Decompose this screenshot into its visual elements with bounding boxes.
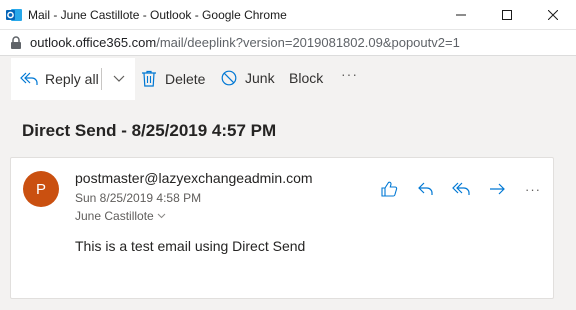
address-bar[interactable]: outlook.office365.com/mail/deeplink?vers… — [0, 30, 576, 56]
lock-icon — [10, 36, 22, 50]
toolbar-more-button[interactable]: ··· — [341, 66, 358, 82]
maximize-button[interactable] — [484, 0, 530, 30]
block-button[interactable]: Block — [289, 70, 323, 86]
message-more-button[interactable]: ··· — [515, 177, 551, 201]
recipient-line[interactable]: June Castillote — [75, 209, 166, 223]
junk-button[interactable]: Junk — [221, 70, 275, 86]
reply-all-action-button[interactable] — [443, 177, 479, 201]
chevron-down-icon — [113, 75, 125, 83]
delete-button[interactable]: Delete — [141, 70, 205, 87]
like-button[interactable] — [371, 177, 407, 201]
close-icon — [548, 10, 558, 20]
url-text[interactable]: outlook.office365.com/mail/deeplink?vers… — [30, 35, 460, 50]
message-toolbar: Reply all Delete Junk Block — [0, 56, 576, 102]
block-circle-icon — [221, 70, 237, 86]
reply-all-button[interactable]: Reply all — [11, 58, 101, 100]
avatar[interactable]: P — [23, 171, 59, 207]
reply-options-button[interactable] — [102, 58, 135, 100]
url-path: /mail/deeplink?version=2019081802.09&pop… — [156, 35, 460, 50]
message-body: This is a test email using Direct Send — [75, 238, 306, 254]
maximize-icon — [502, 10, 512, 20]
close-button[interactable] — [530, 0, 576, 30]
sender-address[interactable]: postmaster@lazyexchangeadmin.com — [75, 170, 313, 186]
minimize-icon — [456, 10, 466, 20]
reply-all-icon — [452, 182, 470, 196]
reply-all-split-button: Reply all — [11, 58, 135, 100]
url-host: outlook.office365.com — [30, 35, 157, 50]
block-label: Block — [289, 70, 324, 86]
reply-all-icon — [20, 72, 38, 86]
message-card: P postmaster@lazyexchangeadmin.com Sun 8… — [10, 157, 554, 299]
outlook-icon — [6, 7, 22, 23]
forward-button[interactable] — [479, 177, 515, 201]
junk-label: Junk — [245, 70, 275, 86]
reply-all-label: Reply all — [45, 71, 99, 87]
chevron-down-icon — [157, 213, 166, 219]
message-subject: Direct Send - 8/25/2019 4:57 PM — [22, 121, 277, 140]
recipient-name: June Castillote — [75, 209, 154, 223]
thumbs-up-icon — [380, 181, 398, 197]
reply-button[interactable] — [407, 177, 443, 201]
trash-icon — [141, 70, 157, 87]
window-title: Mail - June Castillote - Outlook - Googl… — [28, 8, 287, 22]
message-date: Sun 8/25/2019 4:58 PM — [75, 191, 202, 205]
minimize-button[interactable] — [438, 0, 484, 30]
browser-title-bar: Mail - June Castillote - Outlook - Googl… — [0, 0, 576, 30]
reply-icon — [417, 182, 433, 196]
message-actions: ··· — [371, 177, 551, 201]
forward-arrow-icon — [489, 183, 505, 195]
delete-label: Delete — [165, 70, 206, 87]
